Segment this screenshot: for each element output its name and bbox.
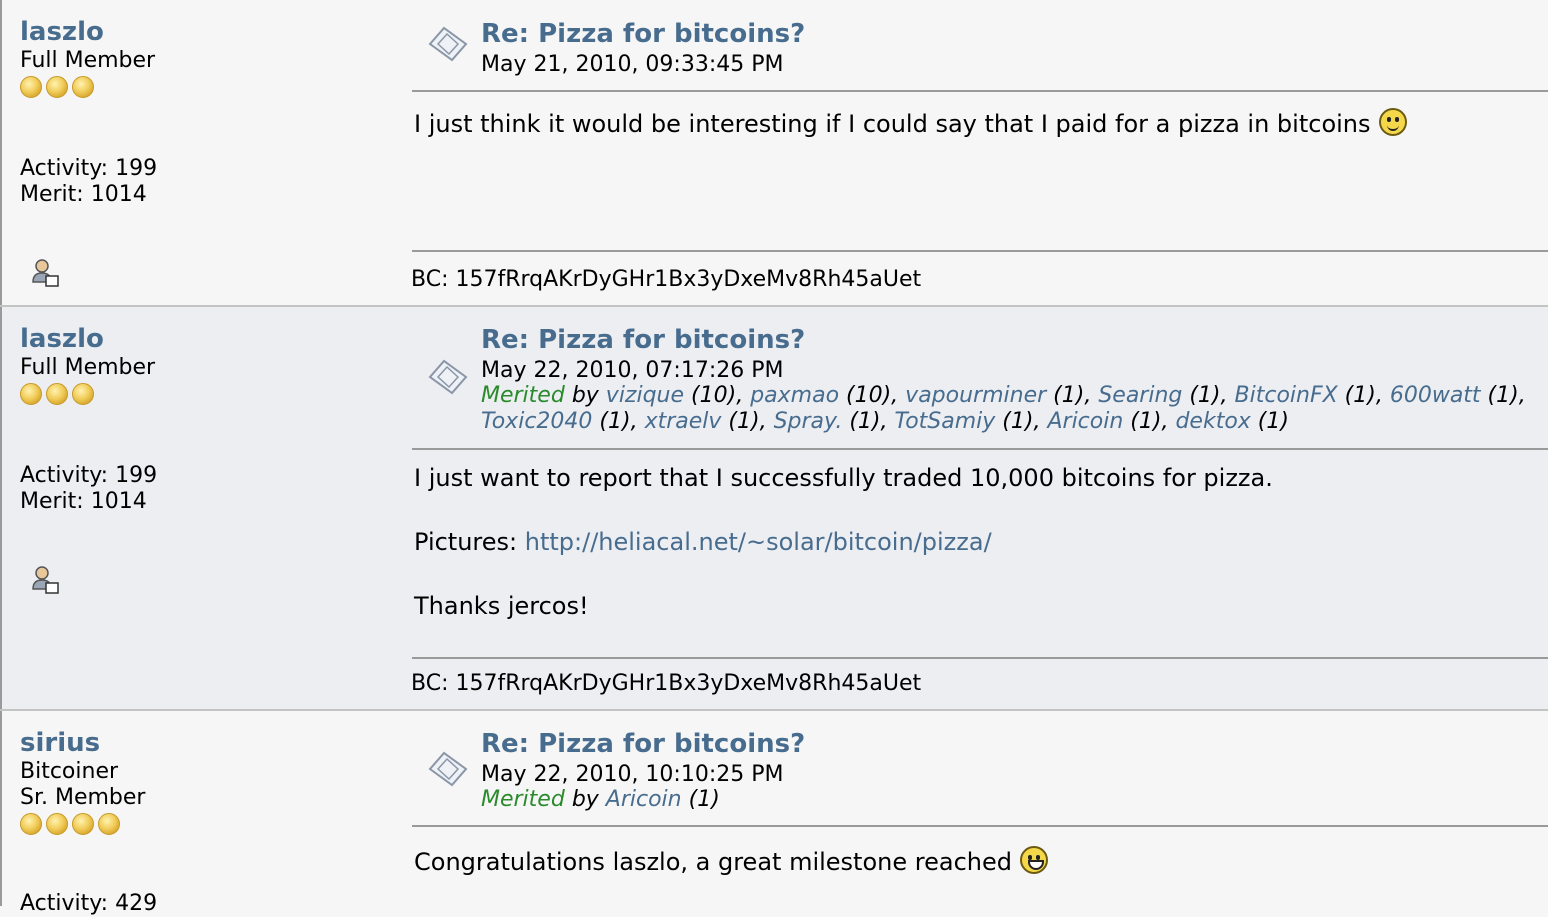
meriter-link[interactable]: dektox: [1175, 409, 1250, 434]
star-icon: [72, 76, 94, 98]
star-icon: [20, 76, 42, 98]
grin-smiley-icon: [1019, 846, 1048, 874]
activity-count: Activity: 199: [20, 156, 158, 181]
star-icon: [46, 76, 68, 98]
merit-count: (1),: [1337, 383, 1390, 408]
star-icon: [46, 383, 68, 405]
post-document-icon: [428, 26, 468, 62]
meriter-link[interactable]: Spray.: [774, 409, 843, 434]
view-profile-icon[interactable]: [30, 258, 60, 288]
meriter-link[interactable]: vizique: [606, 383, 684, 408]
post-body-text: Congratulations laszlo, a great mileston…: [414, 848, 1012, 876]
post-header-divider: [412, 448, 1548, 450]
meriter-link[interactable]: Toxic2040: [481, 409, 592, 434]
post-document-icon: [428, 359, 468, 395]
star-icon: [20, 813, 42, 835]
poster-name-link[interactable]: laszlo: [20, 16, 400, 48]
star-icon: [98, 813, 120, 835]
poster-info: laszlo Full Member Activity: 199 Merit: …: [20, 16, 400, 208]
pictures-link[interactable]: http://heliacal.net/~solar/bitcoin/pizza…: [525, 528, 992, 556]
signature: BC: 157fRrqAKrDyGHr1Bx3yDxeMv8Rh45aUet: [411, 267, 922, 292]
member-title: Bitcoiner: [20, 759, 119, 784]
meriter-link[interactable]: 600watt: [1390, 383, 1481, 408]
meriter-link[interactable]: paxmao: [750, 383, 839, 408]
merit-count: (1),: [721, 409, 774, 434]
post-header-divider: [412, 825, 1548, 827]
rank-stars: [20, 76, 400, 102]
post-2: laszlo Full Member Activity: 199 Merit: …: [0, 307, 1548, 711]
post-body: Congratulations laszlo, a great mileston…: [414, 846, 1534, 878]
merit-count: (1),: [1182, 383, 1235, 408]
merits-list: Merited by vizique (10), paxmao (10), va…: [481, 383, 1548, 435]
star-icon: [20, 383, 42, 405]
pictures-label: Pictures:: [414, 528, 518, 556]
merit-count: (1),: [1046, 383, 1099, 408]
merits-list: Merited by Aricoin (1): [481, 787, 1548, 813]
poster-name-link[interactable]: laszlo: [20, 323, 400, 355]
rank-stars: [20, 383, 400, 409]
post-subject-link[interactable]: Re: Pizza for bitcoins?: [481, 324, 805, 356]
post-date: May 22, 2010, 07:17:26 PM: [481, 358, 784, 383]
merit-count: (1),: [842, 409, 895, 434]
post-header-divider: [412, 90, 1548, 92]
post-body: I just think it would be interesting if …: [414, 108, 1534, 140]
post-subject-link[interactable]: Re: Pizza for bitcoins?: [481, 18, 805, 50]
merit-count: (1): [1250, 409, 1289, 434]
meriter-link[interactable]: Aricoin: [1047, 409, 1123, 434]
merited-label: Merited: [481, 787, 565, 812]
merit-count: (10),: [839, 383, 906, 408]
meriter-link[interactable]: xtraelv: [645, 409, 722, 434]
merit-count: (1),: [1123, 409, 1176, 434]
rank-stars: [20, 813, 400, 839]
poster-info: laszlo Full Member Activity: 199 Merit: …: [20, 323, 400, 515]
merited-by: by: [571, 787, 599, 812]
signature-divider: [412, 250, 1548, 252]
activity-count: Activity: 199: [20, 463, 158, 488]
meriter-link[interactable]: Aricoin: [606, 787, 682, 812]
post-date: May 21, 2010, 09:33:45 PM: [481, 52, 784, 77]
star-icon: [72, 813, 94, 835]
post-body: I just want to report that I successfull…: [414, 462, 1534, 622]
merit-count: (1),: [1480, 383, 1526, 408]
member-rank: Sr. Member: [20, 785, 146, 810]
member-rank: Full Member: [20, 355, 156, 380]
pictures-line: Pictures: http://heliacal.net/~solar/bit…: [414, 526, 1534, 558]
star-icon: [72, 383, 94, 405]
member-rank: Full Member: [20, 48, 156, 73]
merit-count: (1),: [592, 409, 645, 434]
merit-count: Merit: 1014: [20, 182, 147, 207]
poster-name-link[interactable]: sirius: [20, 727, 400, 759]
meriter-link[interactable]: TotSamiy: [894, 409, 995, 434]
post-subject-link[interactable]: Re: Pizza for bitcoins?: [481, 728, 805, 760]
activity-count: Activity: 429: [20, 891, 158, 916]
merited-by: by: [571, 383, 599, 408]
post-body-text: I just want to report that I successfull…: [414, 464, 1273, 492]
meriter-link[interactable]: BitcoinFX: [1235, 383, 1338, 408]
poster-info: sirius Bitcoiner Sr. Member Activity: 42…: [20, 727, 400, 917]
meriter-link[interactable]: vapourminer: [905, 383, 1046, 408]
merited-label: Merited: [481, 383, 565, 408]
view-profile-icon[interactable]: [30, 565, 60, 595]
signature: BC: 157fRrqAKrDyGHr1Bx3yDxeMv8Rh45aUet: [411, 671, 922, 696]
merit-count: Merit: 1014: [20, 489, 147, 514]
post-document-icon: [428, 751, 468, 787]
signature-divider: [412, 657, 1548, 659]
merit-count: (1),: [995, 409, 1048, 434]
post-3: sirius Bitcoiner Sr. Member Activity: 42…: [0, 711, 1548, 916]
post-1: laszlo Full Member Activity: 199 Merit: …: [0, 0, 1548, 306]
post-body-text: Thanks jercos!: [414, 592, 589, 620]
merit-count: (1): [681, 787, 720, 812]
post-date: May 22, 2010, 10:10:25 PM: [481, 762, 784, 787]
smiley-icon: [1378, 108, 1407, 136]
merit-count: (10),: [684, 383, 751, 408]
meriter-link[interactable]: Searing: [1098, 383, 1182, 408]
post-body-text: I just think it would be interesting if …: [414, 110, 1371, 138]
star-icon: [46, 813, 68, 835]
